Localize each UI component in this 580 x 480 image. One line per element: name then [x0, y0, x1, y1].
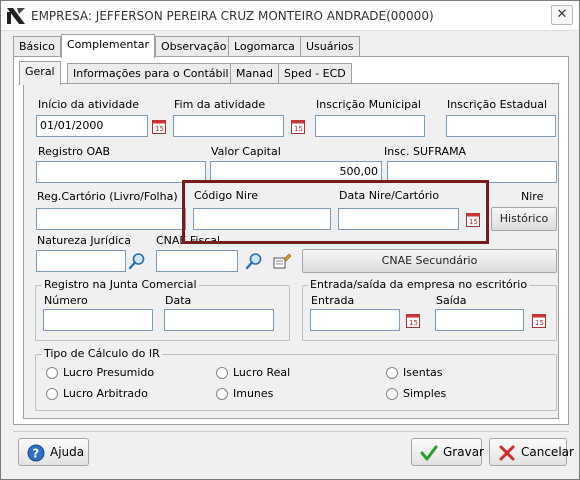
lucro-arbitrado-label: Lucro Arbitrado	[63, 387, 148, 400]
tab-label: Usuários	[306, 40, 354, 53]
cnae-edit-icon[interactable]	[273, 252, 291, 270]
calendar-icon[interactable]: 15	[152, 118, 166, 134]
inscricao-estadual-label: Inscrição Estadual	[447, 98, 548, 111]
subtab-manad[interactable]: Manad	[230, 63, 279, 85]
saida-label: Saída	[436, 294, 467, 307]
cancel-x-icon	[499, 445, 515, 461]
inscricao-estadual-field[interactable]	[446, 115, 556, 137]
close-button[interactable]: ✕	[551, 5, 573, 25]
inscricao-municipal-label: Inscrição Municipal	[316, 98, 421, 111]
tab-label: Complementar	[67, 38, 149, 51]
registro-junta-title: Registro na Junta Comercial	[42, 278, 199, 291]
reg-cartorio-field[interactable]	[36, 208, 186, 230]
cnae-secundario-button[interactable]: CNAE Secundário	[302, 249, 557, 273]
fim-atividade-field[interactable]	[173, 115, 284, 137]
insc-suframa-label: Insc. SUFRAMA	[384, 145, 467, 158]
company-window: EMPRESA: JEFFERSON PEREIRA CRUZ MONTEIRO…	[0, 0, 580, 480]
natureza-juridica-field[interactable]	[36, 250, 126, 272]
registro-oab-label: Registro OAB	[38, 145, 111, 158]
entrada-field[interactable]	[310, 309, 400, 331]
subtab-geral[interactable]: Geral	[19, 61, 61, 85]
radio-lucro-presumido[interactable]	[46, 367, 58, 379]
tab-logomarca[interactable]: Logomarca	[228, 36, 301, 58]
check-icon	[420, 445, 438, 461]
tab-observacao[interactable]: Observação	[155, 36, 233, 58]
lucro-real-label: Lucro Real	[233, 366, 291, 379]
ajuda-label: Ajuda	[50, 445, 85, 459]
data-field[interactable]	[164, 309, 274, 331]
subtab-info-contabil[interactable]: Informações para o Contábil	[67, 63, 235, 85]
svg-text:15: 15	[155, 125, 164, 133]
nire-highlight-box	[182, 180, 489, 244]
tab-label: Observação	[161, 40, 227, 53]
window-title: EMPRESA: JEFFERSON PEREIRA CRUZ MONTEIRO…	[31, 9, 434, 23]
help-icon: ?	[27, 444, 45, 462]
lucro-presumido-label: Lucro Presumido	[63, 366, 155, 379]
tab-usuarios[interactable]: Usuários	[300, 36, 360, 58]
saida-field[interactable]	[435, 309, 524, 331]
calendar-icon[interactable]: 15	[291, 118, 305, 134]
numero-label: Número	[44, 294, 88, 307]
entrada-label: Entrada	[311, 294, 355, 307]
subtab-label: Sped - ECD	[284, 67, 346, 80]
svg-text:15: 15	[294, 125, 303, 133]
calendar-icon[interactable]: 15	[532, 312, 546, 328]
subtab-label: Informações para o Contábil	[73, 67, 229, 80]
tipo-calculo-title: Tipo de Cálculo do IR	[42, 347, 162, 360]
svg-text:15: 15	[409, 319, 418, 327]
nire-label: Nire	[521, 190, 544, 203]
numero-field[interactable]	[43, 309, 153, 331]
subtab-sped-ecd[interactable]: Sped - ECD	[278, 63, 352, 85]
cnae-fiscal-field[interactable]	[156, 250, 238, 272]
title-bar: EMPRESA: JEFFERSON PEREIRA CRUZ MONTEIRO…	[1, 1, 579, 31]
imunes-label: Imunes	[233, 387, 274, 400]
registro-oab-field[interactable]	[36, 161, 206, 183]
radio-isentas[interactable]	[386, 367, 398, 379]
tab-label: Básico	[19, 40, 55, 53]
isentas-label: Isentas	[403, 366, 443, 379]
subtab-label: Manad	[236, 67, 273, 80]
footer-divider	[13, 431, 569, 432]
tipo-calculo-group	[35, 354, 557, 411]
radio-imunes[interactable]	[216, 388, 228, 400]
tab-complementar[interactable]: Complementar	[61, 34, 155, 58]
fim-atividade-label: Fim da atividade	[174, 98, 266, 111]
subtab-label: Geral	[25, 65, 55, 78]
inscricao-municipal-field[interactable]	[315, 115, 425, 137]
cancelar-button[interactable]: Cancelar	[489, 438, 574, 466]
inicio-atividade-field[interactable]: 01/01/2000	[36, 115, 148, 137]
simples-label: Simples	[403, 387, 447, 400]
tab-label: Logomarca	[234, 40, 295, 53]
radio-lucro-arbitrado[interactable]	[46, 388, 58, 400]
tab-basico[interactable]: Básico	[13, 36, 61, 58]
radio-lucro-real[interactable]	[216, 367, 228, 379]
historico-button[interactable]: Histórico	[491, 207, 557, 231]
data-label: Data	[165, 294, 192, 307]
natureza-juridica-label: Natureza Jurídica	[37, 234, 131, 247]
radio-simples[interactable]	[386, 388, 398, 400]
search-icon[interactable]	[245, 252, 263, 270]
calendar-icon[interactable]: 15	[406, 312, 420, 328]
reg-cartorio-label: Reg.Cartório (Livro/Folha)	[37, 190, 178, 203]
valor-capital-label: Valor Capital	[211, 145, 281, 158]
svg-text:15: 15	[535, 319, 544, 327]
close-icon: ✕	[556, 7, 568, 22]
gravar-button[interactable]: Gravar	[411, 438, 484, 466]
gravar-label: Gravar	[443, 445, 484, 459]
entrada-saida-title: Entrada/saída da empresa no escritório	[308, 278, 530, 291]
app-logo-icon	[7, 8, 25, 24]
cancelar-label: Cancelar	[521, 445, 574, 459]
inicio-atividade-label: Início da atividade	[38, 98, 139, 111]
ajuda-button[interactable]: ? Ajuda	[18, 438, 89, 466]
search-icon[interactable]	[128, 252, 146, 270]
svg-text:?: ?	[32, 447, 39, 461]
